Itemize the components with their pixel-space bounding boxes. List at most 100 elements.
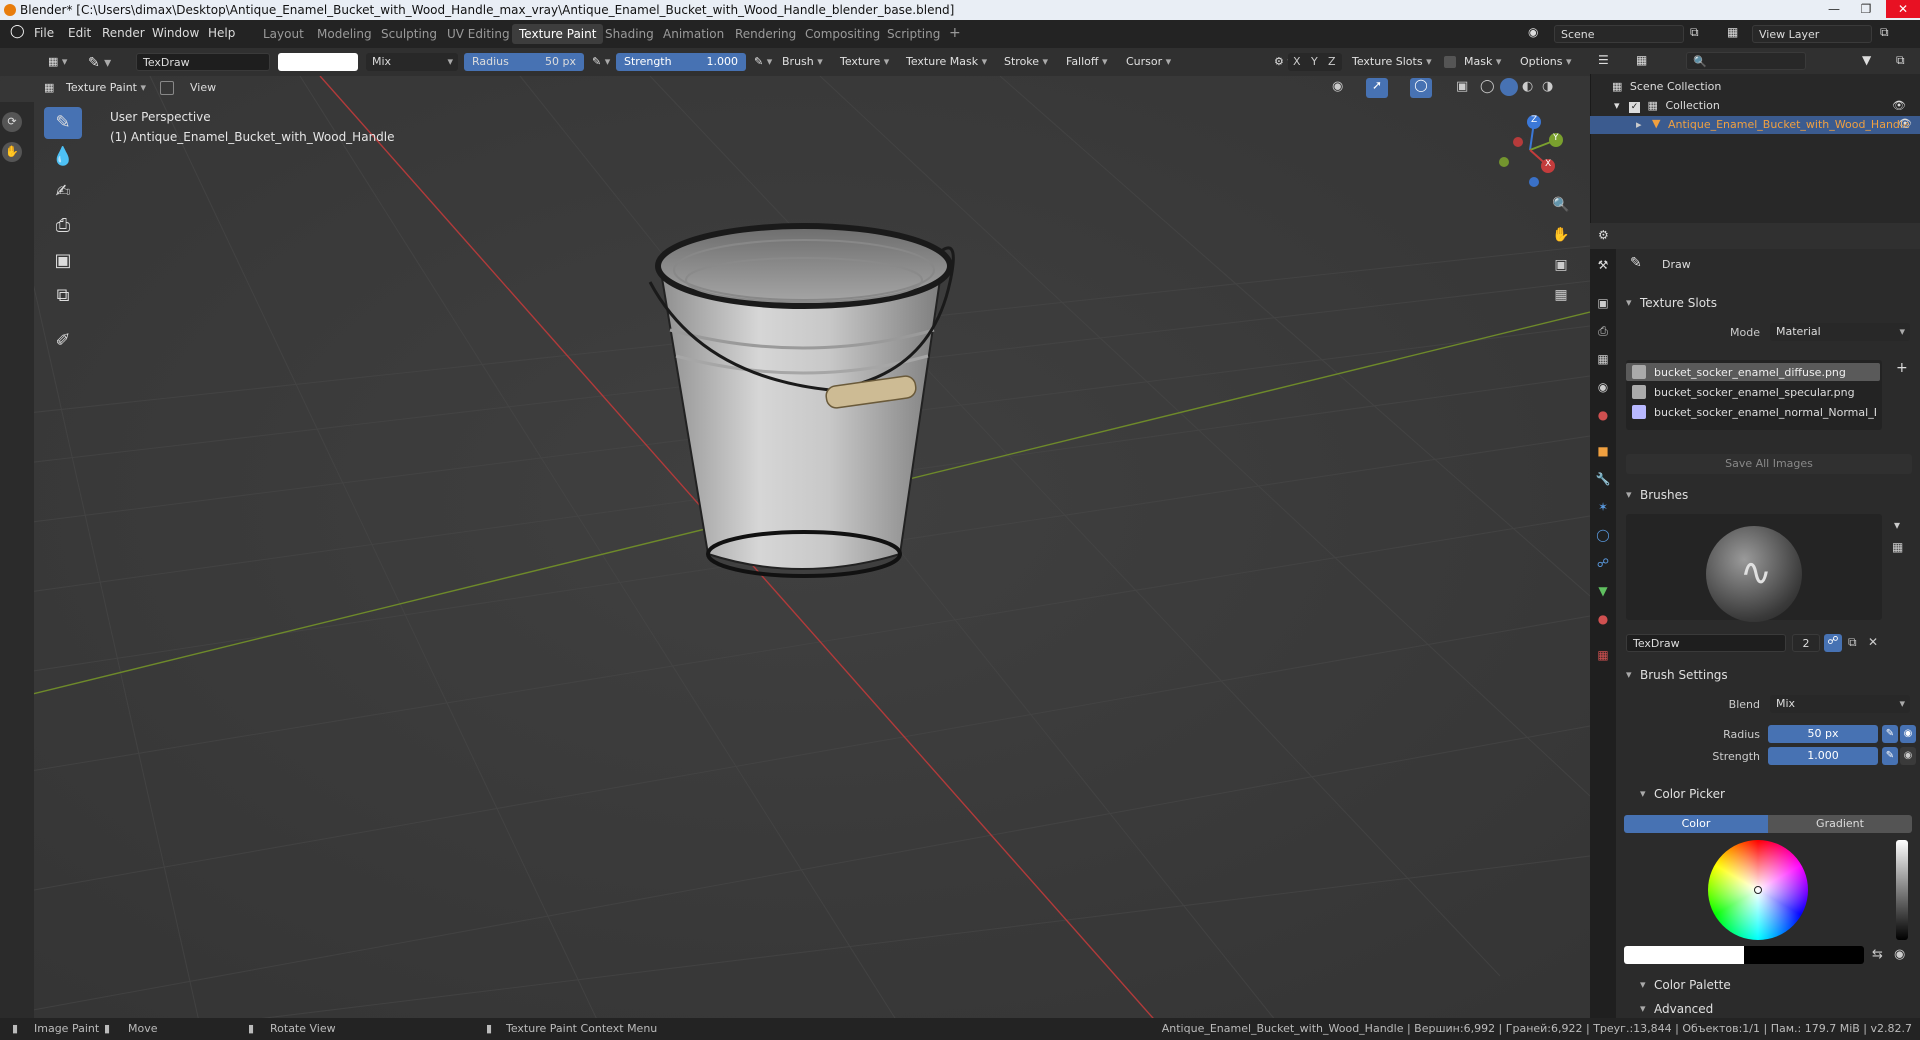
value-slider[interactable] bbox=[1896, 840, 1908, 940]
mask-checkbox[interactable] bbox=[1444, 56, 1456, 68]
advanced-panel-header[interactable]: Advanced bbox=[1636, 998, 1920, 1020]
nav-pan-icon[interactable]: ✋ bbox=[2, 142, 22, 162]
new-view-layer-icon[interactable]: ⧉ bbox=[1880, 25, 1889, 40]
unified-color-icon[interactable]: ◉ bbox=[1894, 947, 1905, 962]
fill-tool-icon[interactable]: ▣ bbox=[44, 245, 82, 277]
draw-tool-icon[interactable]: ✎ bbox=[44, 107, 82, 139]
solid-shading-icon[interactable] bbox=[1500, 78, 1518, 96]
pan-hand-icon[interactable]: ✋ bbox=[1548, 222, 1574, 248]
brush-name-field[interactable]: TexDraw bbox=[136, 53, 270, 71]
strength-unified-icon[interactable]: ◉ bbox=[1900, 747, 1916, 765]
paint-mask-toggle[interactable] bbox=[160, 81, 174, 95]
fake-user-shield-icon[interactable]: ☍ bbox=[1824, 634, 1842, 652]
view-layer-tab-icon[interactable]: ▦ bbox=[1595, 351, 1611, 367]
3d-viewport[interactable]: User Perspective (1) Antique_Enamel_Buck… bbox=[0, 76, 1590, 1026]
maximize-button[interactable]: ❐ bbox=[1852, 0, 1880, 18]
texture-slots-panel-header[interactable]: Texture Slots bbox=[1622, 292, 1916, 314]
strength-slider[interactable]: 1.000 bbox=[1768, 747, 1878, 765]
axis-x-toggle[interactable]: X bbox=[1293, 55, 1301, 68]
brushes-panel-header[interactable]: Brushes bbox=[1622, 484, 1916, 506]
tab-uv-editing[interactable]: UV Editing bbox=[440, 24, 517, 44]
display-mode-icon[interactable]: ▦ bbox=[1636, 53, 1647, 67]
scene-tab-icon[interactable]: ◉ bbox=[1595, 379, 1611, 395]
tab-layout[interactable]: Layout bbox=[256, 24, 311, 44]
mask-dropdown[interactable]: Mask bbox=[1460, 53, 1505, 71]
brush-users-count[interactable]: 2 bbox=[1792, 634, 1820, 652]
strength-slider[interactable]: Strength 1.000 bbox=[616, 53, 746, 71]
scene-field[interactable]: Scene bbox=[1554, 25, 1684, 43]
nav-orbit-icon[interactable]: ⟳ bbox=[2, 112, 22, 132]
color-palette-panel-header[interactable]: Color Palette bbox=[1636, 974, 1920, 996]
tool-tab-icon[interactable]: ⚒ bbox=[1595, 257, 1611, 273]
data-tab-icon[interactable]: ▼ bbox=[1595, 583, 1611, 599]
texture-mask-dropdown[interactable]: Texture Mask bbox=[902, 53, 991, 71]
stroke-dropdown[interactable]: Stroke bbox=[1000, 53, 1052, 71]
zoom-icon[interactable]: 🔍 bbox=[1548, 192, 1574, 218]
overlay-toggle-icon[interactable]: ◯ bbox=[1410, 78, 1432, 98]
minimize-button[interactable]: — bbox=[1820, 0, 1848, 18]
wireframe-shading-icon[interactable]: ◯ bbox=[1480, 79, 1495, 94]
brush-settings-panel-header[interactable]: Brush Settings bbox=[1622, 664, 1916, 686]
radius-slider[interactable]: 50 px bbox=[1768, 725, 1878, 743]
close-button[interactable]: ✕ bbox=[1886, 0, 1920, 18]
menu-edit[interactable]: Edit bbox=[68, 26, 91, 40]
collection-row[interactable]: ▾ ✓ ▦ Collection 👁 bbox=[1614, 99, 1914, 113]
mask-tool-icon[interactable]: ⧉ bbox=[44, 280, 82, 312]
color-picker-panel-header[interactable]: Color Picker bbox=[1636, 783, 1920, 805]
swap-colors-icon[interactable]: ⇆ bbox=[1872, 947, 1883, 962]
outliner-search-input[interactable]: 🔍 bbox=[1686, 52, 1806, 70]
color-wheel[interactable] bbox=[1708, 840, 1808, 940]
particles-tab-icon[interactable]: ✶ bbox=[1595, 499, 1611, 515]
view-layer-field[interactable]: View Layer bbox=[1752, 25, 1872, 43]
blender-menu-icon[interactable]: ◯ bbox=[10, 24, 25, 39]
collection-checkbox[interactable]: ✓ bbox=[1629, 102, 1641, 113]
unlink-brush-icon[interactable]: ✕ bbox=[1868, 635, 1878, 649]
object-visibility-icon[interactable]: 👁 bbox=[1898, 117, 1912, 130]
tab-shading[interactable]: Shading bbox=[598, 24, 661, 44]
world-tab-icon[interactable]: ● bbox=[1595, 407, 1611, 423]
menu-file[interactable]: File bbox=[34, 26, 54, 40]
color-tab[interactable]: Color bbox=[1624, 815, 1768, 833]
add-texture-slot-button[interactable]: + bbox=[1896, 360, 1908, 376]
object-expand-icon[interactable]: ▸ bbox=[1636, 118, 1642, 131]
xray-icon[interactable]: ▣ bbox=[1456, 79, 1468, 94]
outliner-object-row[interactable]: ▸ ▼ Antique_Enamel_Bucket_with_Wood_Hand… bbox=[1590, 116, 1920, 134]
texture-slot-diffuse[interactable]: bucket_socker_enamel_diffuse.png bbox=[1654, 366, 1846, 379]
brush-expand-icon[interactable]: ▾ bbox=[1894, 518, 1900, 532]
rendered-shading-icon[interactable]: ◑ bbox=[1542, 79, 1553, 94]
brush-dropdown[interactable]: Brush bbox=[778, 53, 827, 71]
texture-slots-dropdown[interactable]: Texture Slots bbox=[1348, 53, 1436, 71]
radius-pressure-icon[interactable]: ✎ bbox=[588, 53, 614, 71]
mode-dropdown[interactable]: Texture Paint bbox=[62, 79, 150, 97]
menu-render[interactable]: Render bbox=[102, 26, 145, 40]
properties-editor-icon[interactable]: ⚙ bbox=[1598, 228, 1609, 242]
tab-compositing[interactable]: Compositing bbox=[798, 24, 887, 44]
options-dropdown[interactable]: Options bbox=[1516, 53, 1575, 71]
mode-dropdown[interactable]: Material bbox=[1770, 323, 1910, 341]
texture-slot-specular[interactable]: bucket_socker_enamel_specular.png bbox=[1654, 386, 1855, 399]
object-tab-icon[interactable]: ■ bbox=[1595, 443, 1611, 459]
brush-preview-box[interactable]: ∿ bbox=[1626, 514, 1882, 622]
material-tab-icon[interactable]: ● bbox=[1595, 611, 1611, 627]
texture-tab-icon[interactable]: ▦ bbox=[1595, 647, 1611, 663]
brush-color-swatch[interactable] bbox=[278, 53, 358, 71]
editor-type-icon[interactable]: ▦ bbox=[44, 53, 71, 71]
tab-rendering[interactable]: Rendering bbox=[728, 24, 803, 44]
tab-modeling[interactable]: Modeling bbox=[310, 24, 379, 44]
visibility-icon[interactable]: ◉ bbox=[1332, 79, 1343, 94]
material-shading-icon[interactable]: ◐ bbox=[1522, 79, 1533, 94]
axis-y-toggle[interactable]: Y bbox=[1311, 55, 1318, 68]
strength-pressure-icon[interactable]: ✎ bbox=[750, 53, 776, 71]
blend-dropdown[interactable]: Mix bbox=[1770, 695, 1910, 713]
cursor-dropdown[interactable]: Cursor bbox=[1122, 53, 1175, 71]
new-collection-icon[interactable]: ⧉ bbox=[1896, 53, 1905, 68]
radius-pressure-icon[interactable]: ✎ bbox=[1882, 725, 1898, 743]
falloff-dropdown[interactable]: Falloff bbox=[1062, 53, 1112, 71]
gradient-tab[interactable]: Gradient bbox=[1768, 815, 1912, 833]
tab-animation[interactable]: Animation bbox=[656, 24, 731, 44]
scene-collection-row[interactable]: ▦ Scene Collection bbox=[1612, 80, 1721, 93]
menu-window[interactable]: Window bbox=[152, 26, 199, 40]
color-wheel-cursor[interactable] bbox=[1754, 886, 1762, 894]
strength-pressure-icon[interactable]: ✎ bbox=[1882, 747, 1898, 765]
expand-arrow-icon[interactable]: ▾ bbox=[1614, 99, 1620, 112]
